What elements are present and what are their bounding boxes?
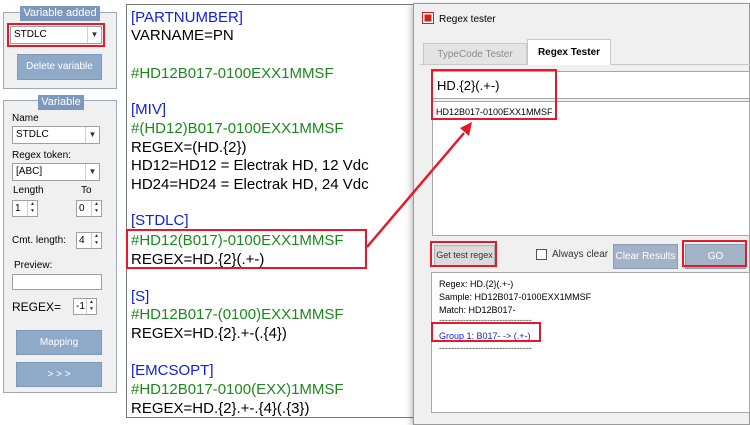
arrow-annotation-icon bbox=[366, 122, 472, 248]
